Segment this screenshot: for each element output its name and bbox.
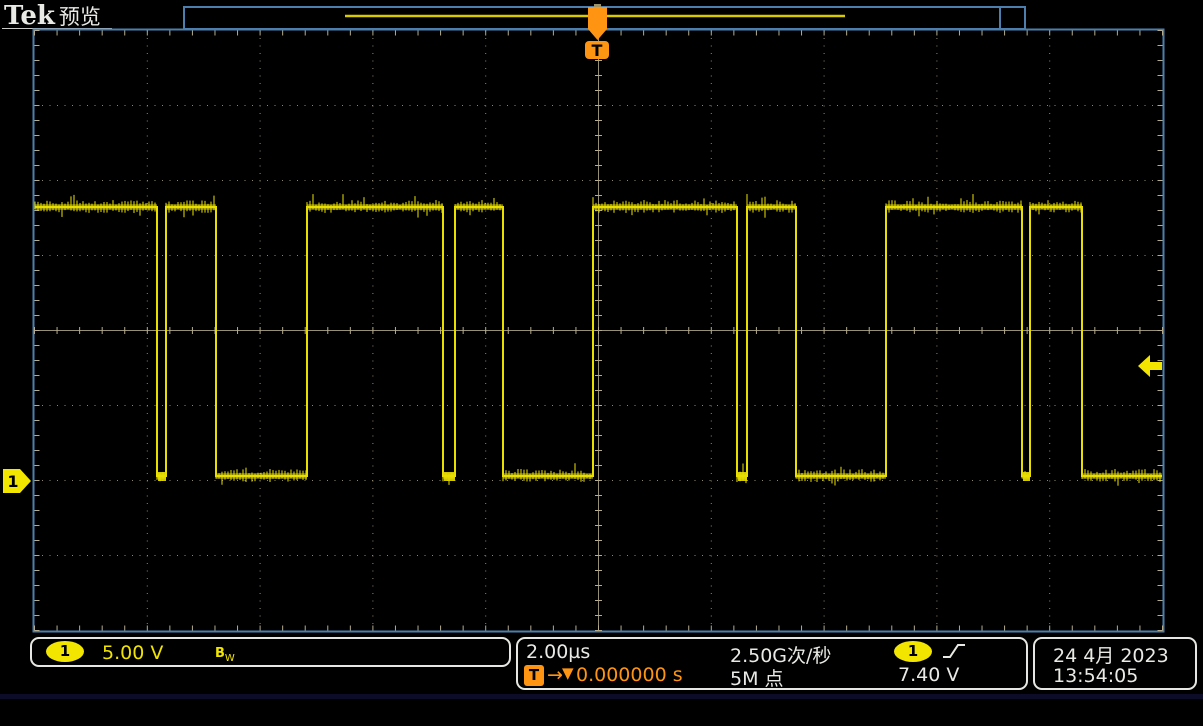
date-label: 24 4月 2023 bbox=[1053, 645, 1169, 667]
record-view-bar bbox=[183, 6, 1026, 30]
channel1-marker-number: 1 bbox=[7, 472, 18, 491]
trigger-position-arrow-icon bbox=[588, 29, 607, 40]
trigger-flag[interactable]: T bbox=[585, 41, 609, 60]
record-view-end-divider bbox=[999, 7, 1001, 29]
logo-underline bbox=[2, 28, 112, 29]
trigger-marker-icon: ▼ bbox=[562, 664, 574, 682]
bw-main: B bbox=[215, 646, 225, 661]
graticule-border bbox=[32, 28, 1165, 633]
channel1-marker-icon bbox=[3, 469, 31, 493]
channel1-ground-marker[interactable]: 1 bbox=[3, 469, 31, 493]
trigger-slope-rising-icon bbox=[943, 644, 965, 658]
channel1-scale: 5.00 V bbox=[102, 642, 164, 664]
trigger-source-badge: 1 bbox=[894, 641, 932, 662]
time-label: 13:54:05 bbox=[1053, 665, 1139, 687]
display-area: T 1 bbox=[3, 4, 1165, 633]
trigger-level-value: 7.40 V bbox=[898, 664, 960, 686]
trigger-arrow-icon: → bbox=[547, 664, 563, 686]
trigger-level-arrow-icon[interactable] bbox=[1138, 355, 1162, 377]
trigger-flag-icon bbox=[585, 41, 609, 59]
trigger-flag-letter: T bbox=[592, 41, 603, 60]
graticule-grid bbox=[34, 30, 1163, 631]
brand-text: Tek bbox=[4, 1, 55, 31]
trigger-position-t-icon: T bbox=[524, 665, 544, 686]
bw-sub: W bbox=[224, 653, 235, 664]
datetime-box: 24 4月 2023 13:54:05 bbox=[1033, 637, 1197, 690]
tek-logo: Tek 预览 bbox=[4, 1, 101, 31]
waveform-trace-ch1 bbox=[34, 194, 1162, 486]
acquisition-mode-label: 预览 bbox=[58, 5, 101, 29]
bottom-separator bbox=[0, 694, 1203, 699]
channel1-badge: 1 bbox=[46, 641, 84, 662]
record-length: 5M 点 bbox=[730, 668, 784, 690]
channel1-readout-box[interactable]: 1 5.00 V BW bbox=[30, 637, 511, 667]
trigger-position-value: 0.000000 s bbox=[576, 664, 683, 686]
horizontal-trigger-readout-box[interactable]: 2.00µs 2.50G次/秒 1 T → ▼ 0.000000 s 5M 点 … bbox=[516, 637, 1028, 690]
bandwidth-limit-indicator: BW bbox=[215, 642, 235, 664]
horizontal-scale: 2.00µs bbox=[526, 641, 591, 663]
